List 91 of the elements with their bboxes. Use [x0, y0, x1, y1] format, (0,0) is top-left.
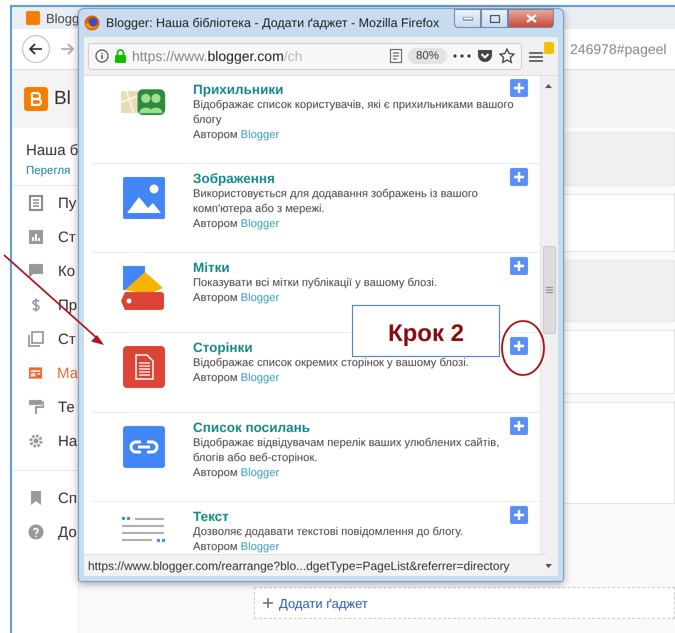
image-icon	[123, 177, 165, 219]
back-button[interactable]	[22, 35, 50, 63]
blogger-logo-icon	[26, 11, 40, 25]
pocket-icon[interactable]	[477, 49, 493, 63]
status-bar-url: https://www.blogger.com/rearrange?blo...dgetType=PageList&referrer=directory	[84, 554, 546, 576]
gadget-author: Автором Blogger	[193, 217, 280, 232]
stats-icon	[28, 229, 44, 245]
maximize-button[interactable]	[481, 9, 508, 28]
add-button[interactable]	[510, 417, 528, 435]
minimize-icon	[462, 16, 472, 20]
add-button[interactable]	[510, 257, 528, 275]
lock-icon	[115, 49, 126, 63]
add-button[interactable]	[510, 79, 528, 97]
maximize-icon	[490, 14, 500, 22]
gadget-author: Автором Blogger	[193, 371, 280, 386]
firefox-logo-icon	[84, 15, 100, 31]
sidebar-item[interactable]: Те	[12, 390, 78, 424]
sidebar-item[interactable]: Ст	[12, 220, 78, 254]
link-icon	[123, 426, 165, 468]
gadget-author: Автором Blogger	[193, 128, 280, 143]
info-icon	[95, 49, 109, 63]
sidebar-item[interactable]: Ст	[12, 322, 78, 356]
sidebar-item[interactable]: Пу	[12, 186, 78, 220]
gadget-description: Відображає список окремих сторінок у вашому блозі.	[193, 356, 470, 371]
posts-icon	[28, 195, 44, 211]
url-text: https://www.blogger.com/ch	[132, 48, 304, 64]
gadget-title: Прихильники	[193, 82, 284, 98]
plus-icon	[263, 598, 273, 608]
settings-icon	[28, 433, 44, 449]
plus-icon	[513, 260, 525, 272]
sidebar-item[interactable]: Ко	[12, 254, 78, 288]
address-field[interactable]: https://www.blogger.com/ch 80%	[88, 42, 522, 70]
gadget-description: Відображає відвідувачам перелік ваших улюблених сайтів, блогів або веб-сторінок.	[193, 436, 500, 466]
sidebar-item[interactable]: Пр	[12, 288, 78, 322]
more-icon[interactable]	[453, 54, 471, 58]
plus-icon	[513, 340, 525, 352]
gadget-title: Текст	[193, 509, 230, 525]
gadget-title: Список посилань	[193, 420, 312, 436]
pages-icon	[28, 331, 44, 347]
gadget-description: Показувати всі мітки публікації у вашому блозі.	[193, 276, 438, 291]
gadget-author: Автором Blogger	[193, 466, 280, 481]
scroll-down-icon[interactable]	[545, 564, 552, 568]
document-icon	[123, 346, 165, 388]
step-label: Крок 2	[352, 305, 500, 357]
help-icon	[28, 524, 44, 540]
warning-badge-icon	[544, 42, 554, 54]
scroll-up-icon[interactable]	[545, 84, 552, 88]
plus-icon	[513, 420, 525, 432]
back-arrow-icon	[29, 43, 43, 55]
plus-icon	[513, 171, 525, 183]
menu-icon	[528, 50, 544, 64]
sidebar-item[interactable]: На	[12, 424, 78, 458]
grip-icon	[546, 287, 553, 293]
zoom-level-button[interactable]: 80%	[408, 48, 447, 64]
gadget-author: Автором Blogger	[193, 291, 280, 306]
star-icon[interactable]	[499, 48, 515, 64]
bookmark-icon	[28, 490, 44, 506]
scrollbar[interactable]	[540, 76, 558, 576]
gadget-description: Дозволяє додавати текстові повідомлення до блогу.	[193, 525, 464, 540]
plus-icon	[513, 509, 525, 521]
add-button[interactable]	[510, 337, 528, 355]
minimize-button[interactable]	[454, 9, 481, 28]
add-button[interactable]	[510, 506, 528, 524]
layout-icon	[28, 365, 43, 381]
theme-icon	[28, 399, 44, 415]
reader-view-icon[interactable]	[390, 49, 402, 63]
plus-icon	[513, 82, 525, 94]
gadget-title: Сторінки	[193, 340, 254, 356]
gadget-author: Автором Blogger	[193, 540, 280, 555]
tag-icon	[121, 266, 167, 310]
comments-icon	[28, 263, 44, 279]
gadget-title: Зображення	[193, 171, 276, 187]
text-lines-icon	[122, 515, 166, 545]
close-button[interactable]	[508, 9, 554, 28]
blogger-logo-icon	[24, 87, 48, 111]
app-title: Bl	[54, 88, 71, 110]
blog-title: Наша б	[25, 141, 78, 159]
tab-title[interactable]: Blogg	[46, 10, 80, 26]
highlight-circle	[501, 320, 545, 376]
close-icon	[526, 14, 536, 23]
gadget-description: Використовується для додавання зображень із вашого комп'ютера або з мережі.	[193, 187, 479, 217]
scrollbar-thumb[interactable]	[543, 246, 556, 334]
gadget-title: Мітки	[193, 260, 231, 276]
gadget-description: Відображає список користувачів, які є прихильниками вашого блогу	[193, 98, 515, 128]
window-title: Blogger: Наша бібліотека - Додати ґаджет - Mozilla Firefox	[106, 16, 440, 30]
followers-icon	[121, 88, 167, 118]
add-gadget-link[interactable]: Додати ґаджет	[279, 596, 368, 610]
sidebar-item[interactable]: Сп	[12, 481, 78, 515]
sidebar-item[interactable]: До	[12, 515, 78, 549]
add-button[interactable]	[510, 168, 528, 186]
address-text: 246978#pageel	[570, 41, 668, 57]
